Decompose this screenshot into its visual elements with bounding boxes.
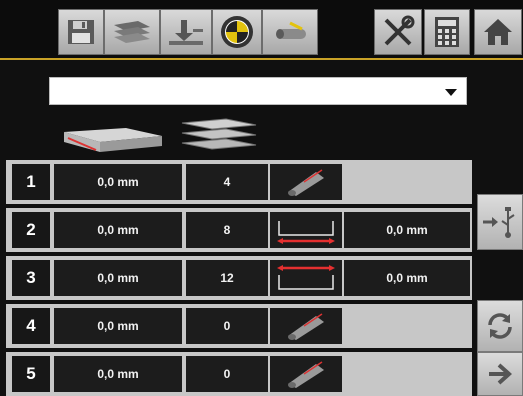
row-index: 4 xyxy=(12,308,50,344)
table-row: 2 0,0 mm 8 0,0 mm xyxy=(6,208,472,252)
count-field[interactable]: 0 xyxy=(186,308,268,344)
table-row: 1 0,0 mm 4 xyxy=(6,160,472,204)
empty-cell xyxy=(344,164,470,200)
row-index: 2 xyxy=(12,212,50,248)
target-icon xyxy=(221,16,253,48)
length-field[interactable]: 0,0 mm xyxy=(54,260,182,296)
profile-type-button[interactable] xyxy=(270,356,342,392)
tools-icon xyxy=(384,15,415,46)
save-button[interactable] xyxy=(58,9,104,55)
profile-type-button[interactable] xyxy=(270,260,342,296)
length-field[interactable]: 0,0 mm xyxy=(54,356,182,392)
table-row: 5 0,0 mm 0 xyxy=(6,352,472,396)
pipe-cut-button[interactable] xyxy=(262,9,318,55)
top-toolbar xyxy=(0,0,523,60)
rod-icon xyxy=(288,313,324,340)
usb-export-button[interactable] xyxy=(477,194,523,250)
extra-length-field[interactable]: 0,0 mm xyxy=(344,260,470,296)
length-field[interactable]: 0,0 mm xyxy=(54,308,182,344)
calculator-icon xyxy=(435,17,459,47)
rod-icon xyxy=(288,361,324,388)
press-icon xyxy=(169,20,203,45)
press-button[interactable] xyxy=(160,9,212,55)
profile-type-button[interactable] xyxy=(270,164,342,200)
tools-button[interactable] xyxy=(374,9,422,55)
profile-select[interactable] xyxy=(49,77,467,105)
save-icon xyxy=(68,20,94,44)
pipe-cut-icon xyxy=(276,21,306,39)
calculator-button[interactable] xyxy=(424,9,470,55)
sheet-stack-button[interactable] xyxy=(104,9,160,55)
row-index: 3 xyxy=(12,260,50,296)
refresh-icon xyxy=(488,313,512,339)
single-profile-icon xyxy=(64,128,162,152)
count-field[interactable]: 0 xyxy=(186,356,268,392)
target-button[interactable] xyxy=(212,9,262,55)
stacked-profiles-icon xyxy=(181,118,257,150)
table-row: 3 0,0 mm 12 0,0 mm xyxy=(6,256,472,300)
home-button[interactable] xyxy=(474,9,522,55)
empty-cell xyxy=(344,308,470,344)
sheet-stack-icon xyxy=(114,21,150,43)
profile-type-button[interactable] xyxy=(270,212,342,248)
rod-icon xyxy=(288,169,324,196)
usb-export-icon xyxy=(483,207,515,238)
empty-cell xyxy=(344,356,470,392)
profile-type-button[interactable] xyxy=(270,308,342,344)
refresh-button[interactable] xyxy=(477,300,523,352)
length-field[interactable]: 0,0 mm xyxy=(54,164,182,200)
row-index: 1 xyxy=(12,164,50,200)
count-field[interactable]: 8 xyxy=(186,212,268,248)
channel-bottom-icon xyxy=(277,221,335,244)
length-field[interactable]: 0,0 mm xyxy=(54,212,182,248)
count-field[interactable]: 4 xyxy=(186,164,268,200)
chevron-down-icon xyxy=(445,89,457,96)
row-index: 5 xyxy=(12,356,50,392)
channel-top-icon xyxy=(277,265,335,290)
table-row: 4 0,0 mm 0 xyxy=(6,304,472,348)
next-button[interactable] xyxy=(477,352,523,396)
extra-length-field[interactable]: 0,0 mm xyxy=(344,212,470,248)
next-arrow-icon xyxy=(489,363,512,385)
count-field[interactable]: 12 xyxy=(186,260,268,296)
home-icon xyxy=(484,19,512,45)
